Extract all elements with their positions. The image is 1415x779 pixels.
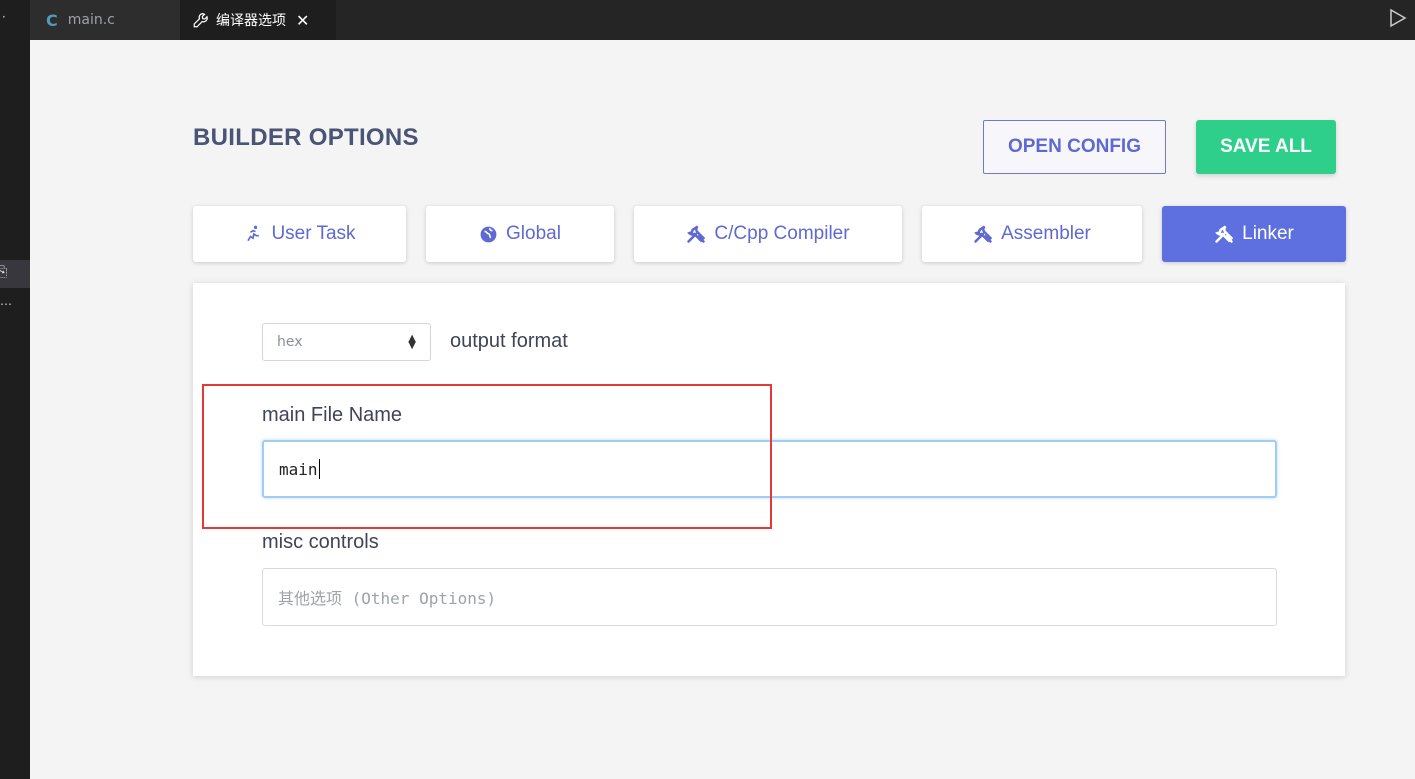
output-format-label: output format	[450, 330, 568, 352]
c-file-icon: C	[46, 10, 58, 30]
save-all-button[interactable]: SAVE ALL	[1196, 120, 1336, 174]
activity-item-selected[interactable]: ⎘	[0, 260, 30, 288]
select-value: hex	[277, 334, 303, 350]
highlight-box	[202, 384, 772, 529]
activity-bar: · ⎘ …	[0, 0, 30, 779]
tools-icon	[974, 225, 993, 243]
tab-main-c[interactable]: C main.c	[30, 0, 180, 40]
tab-label: Global	[506, 223, 561, 244]
tab-label: Assembler	[1001, 223, 1091, 244]
tab-label: C/Cpp Compiler	[714, 223, 850, 244]
more-dots-icon[interactable]: ·	[2, 10, 6, 24]
tab-label: User Task	[271, 223, 356, 244]
tools-icon	[687, 225, 706, 243]
wrench-icon	[193, 13, 208, 28]
tab-global[interactable]: Global	[426, 206, 614, 262]
run-icon[interactable]	[1389, 8, 1407, 28]
close-icon[interactable]: ✕	[296, 11, 309, 30]
globe-icon	[480, 226, 497, 242]
output-format-select[interactable]: hex ▲ ▼	[262, 323, 431, 361]
tools-icon	[1215, 225, 1234, 243]
page-title: BUILDER OPTIONS	[193, 124, 419, 151]
tab-c-cpp-compiler[interactable]: C/Cpp Compiler	[634, 206, 902, 262]
tab-linker[interactable]: Linker	[1162, 206, 1346, 262]
tab-label: 编译器选项	[216, 13, 286, 29]
tab-label: Linker	[1242, 223, 1294, 244]
builder-options-panel: BUILDER OPTIONS OPEN CONFIG SAVE ALL Use…	[30, 40, 1415, 779]
editor-tab-bar: C main.c 编译器选项 ✕	[30, 0, 1415, 40]
input-placeholder: 其他选项 (Other Options)	[278, 589, 497, 608]
explorer-icon: ⎘	[0, 264, 8, 280]
ellipsis-icon[interactable]: …	[0, 294, 12, 308]
misc-controls-input[interactable]: 其他选项 (Other Options)	[262, 568, 1277, 626]
misc-controls-label: misc controls	[262, 531, 379, 553]
open-config-button[interactable]: OPEN CONFIG	[983, 120, 1166, 174]
tab-compiler-options[interactable]: 编译器选项 ✕	[180, 0, 336, 40]
tab-assembler[interactable]: Assembler	[922, 206, 1142, 262]
tab-label: main.c	[67, 12, 115, 28]
select-arrows-icon: ▲ ▼	[408, 333, 416, 351]
running-figure-icon	[247, 225, 260, 242]
tab-user-task[interactable]: User Task	[193, 206, 406, 262]
